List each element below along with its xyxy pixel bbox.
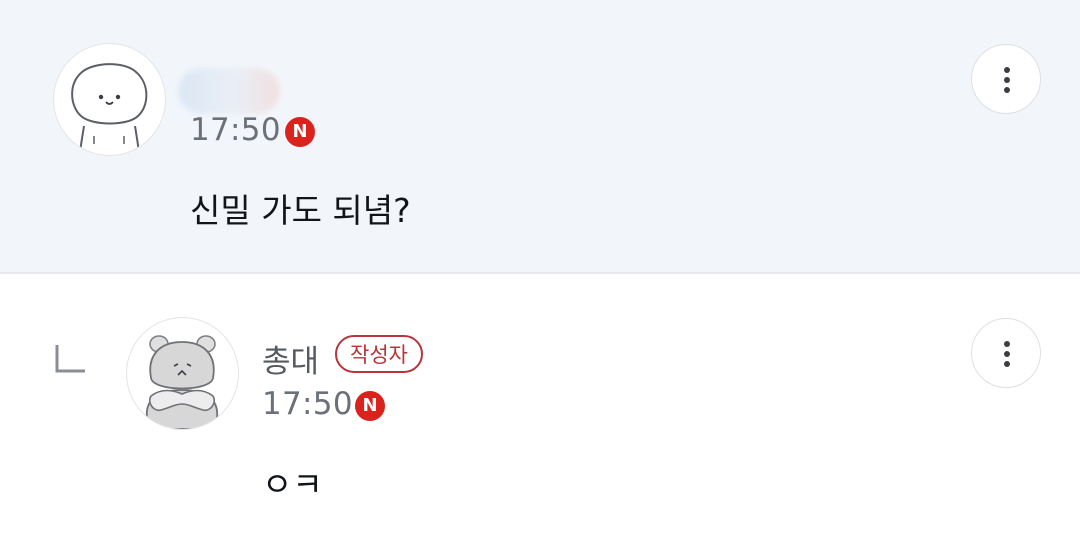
comment-time: 17:50 — [190, 112, 281, 148]
comment-item: 17:50 N 신밀 가도 되념? — [0, 0, 1080, 274]
hamster-character-icon — [127, 318, 238, 429]
author-badge: 작성자 — [335, 335, 423, 373]
reply-indent-icon — [55, 345, 85, 373]
author-name-blurred — [178, 68, 280, 114]
avatar[interactable] — [126, 317, 239, 430]
more-options-button[interactable] — [971, 318, 1041, 388]
comment-text: ㅇㅋ — [262, 465, 323, 504]
author-name[interactable]: 총대 — [262, 336, 319, 381]
new-badge: N — [285, 117, 315, 147]
more-options-button[interactable] — [971, 44, 1041, 114]
new-badge: N — [355, 391, 385, 421]
avatar[interactable] — [53, 43, 166, 156]
comment-time: 17:50 — [262, 386, 353, 422]
cat-character-icon — [71, 63, 148, 155]
comment-text: 신밀 가도 되념? — [190, 191, 411, 230]
reply-comment-item: 총대 작성자 17:50 N ㅇㅋ — [0, 274, 1080, 539]
